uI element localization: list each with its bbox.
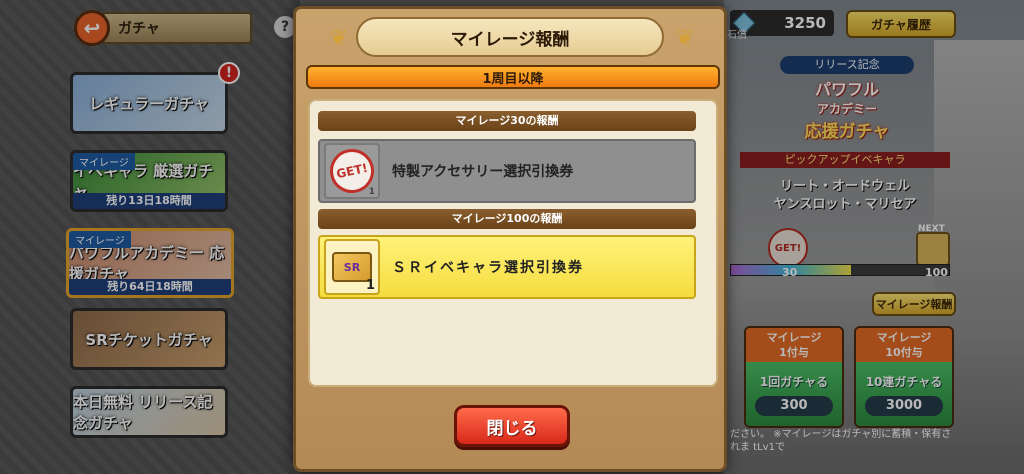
reward-qty: 1: [365, 278, 375, 293]
reward-icon-box: GET! 1: [324, 143, 380, 199]
close-button[interactable]: 閉じる: [454, 405, 570, 447]
ornament-left-icon: ❦: [329, 25, 349, 51]
mileage-reward-modal: ❦ ❦ マイレージ報酬 1周目以降 マイレージ30の報酬 GET! 1 特製アク…: [293, 6, 727, 472]
reward-list: マイレージ30の報酬 GET! 1 特製アクセサリー選択引換券 マイレージ100…: [308, 99, 718, 387]
reward-icon-box: SR 1: [324, 239, 380, 295]
reward-header: マイレージ100の報酬: [318, 209, 696, 229]
reward-header: マイレージ30の報酬: [318, 111, 696, 131]
reward-name: 特製アクセサリー選択引換券: [392, 164, 574, 180]
reward-qty: 1: [368, 187, 375, 197]
reward-row: GET! 1 特製アクセサリー選択引換券: [318, 139, 696, 203]
round-label: 1周目以降: [306, 65, 720, 89]
reward-name: ＳＲイベキャラ選択引換券: [392, 260, 584, 276]
reward-row: SR 1 ＳＲイベキャラ選択引換券: [318, 235, 696, 299]
modal-title: マイレージ報酬: [356, 17, 664, 57]
ornament-right-icon: ❦: [675, 25, 695, 51]
